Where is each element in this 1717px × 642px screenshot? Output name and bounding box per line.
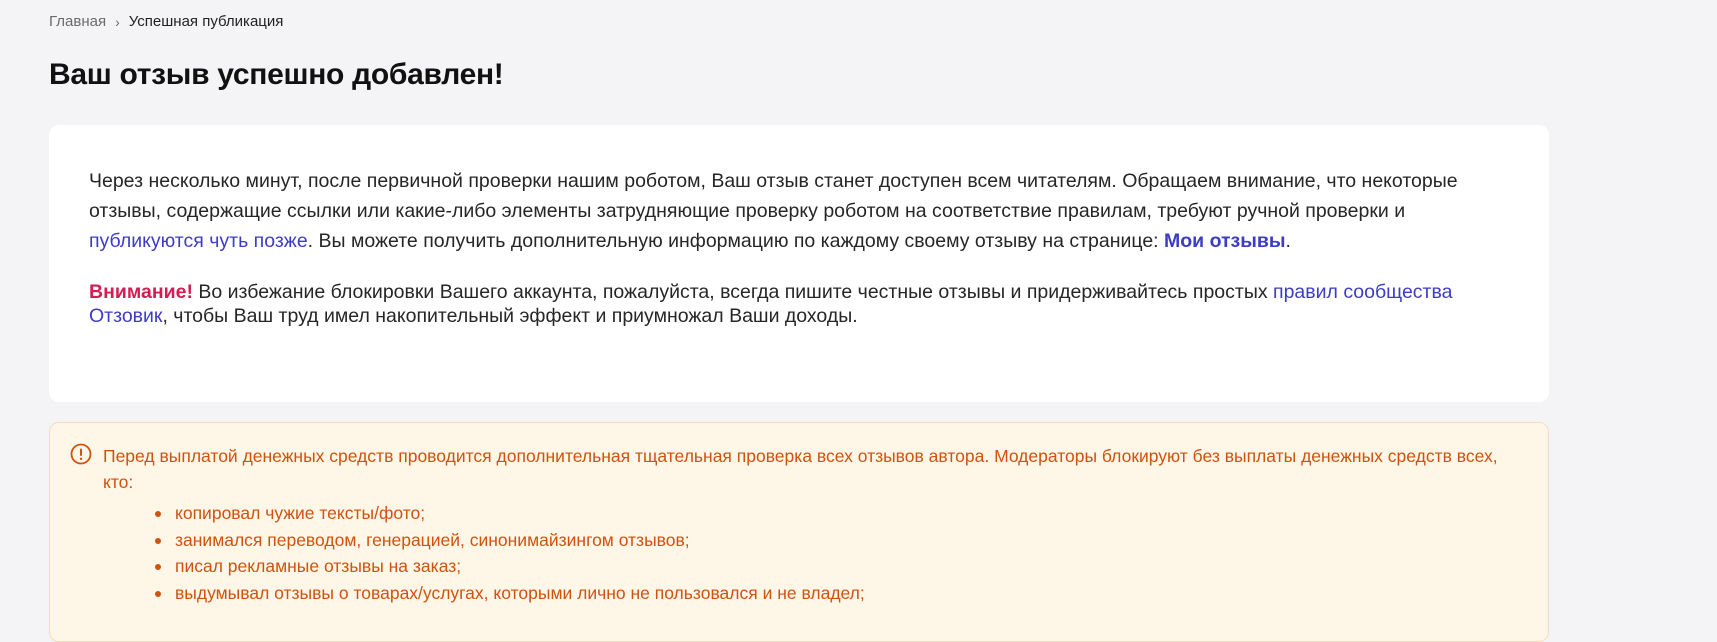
attention-text-part2: , чтобы Ваш труд имел накопительный эффе… bbox=[162, 305, 858, 327]
info-text-end: . bbox=[1285, 230, 1291, 252]
breadcrumb-separator: › bbox=[115, 13, 120, 30]
attention-paragraph: Внимание! Во избежание блокировки Вашего… bbox=[89, 280, 1509, 328]
my-reviews-link[interactable]: Мои отзывы bbox=[1164, 230, 1286, 252]
attention-text-part1: Во избежание блокировки Вашего аккаунта,… bbox=[192, 281, 1274, 303]
violations-list: копировал чужие тексты/фото; занимался п… bbox=[70, 500, 1528, 606]
info-text-part1: Через несколько минут, после первичной п… bbox=[89, 170, 1458, 222]
exclamation-circle-icon bbox=[70, 443, 92, 465]
list-item: писал рекламные отзывы на заказ; bbox=[155, 553, 1528, 580]
publish-later-link[interactable]: публикуются чуть позже bbox=[89, 230, 308, 252]
breadcrumb-current: Успешная публикация bbox=[128, 13, 284, 30]
list-item: выдумывал отзывы о товарах/услугах, кото… bbox=[155, 580, 1528, 607]
payout-warning-notice: Перед выплатой денежных средств проводит… bbox=[49, 422, 1549, 642]
attention-label: Внимание! bbox=[89, 281, 193, 303]
info-text-part2: . Вы можете получить дополнительную инфо… bbox=[307, 230, 1165, 252]
notice-header: Перед выплатой денежных средств проводит… bbox=[70, 443, 1528, 495]
breadcrumb-home-link[interactable]: Главная bbox=[49, 13, 106, 30]
publication-info-paragraph: Через несколько минут, после первичной п… bbox=[89, 166, 1509, 256]
notice-text: Перед выплатой денежных средств проводит… bbox=[103, 446, 1498, 492]
info-card: Через несколько минут, после первичной п… bbox=[49, 125, 1549, 402]
list-item: копировал чужие тексты/фото; bbox=[155, 500, 1528, 527]
page-title: Ваш отзыв успешно добавлен! bbox=[49, 58, 504, 91]
breadcrumb: Главная › Успешная публикация bbox=[49, 13, 283, 30]
list-item: занимался переводом, генерацией, синоним… bbox=[155, 527, 1528, 554]
